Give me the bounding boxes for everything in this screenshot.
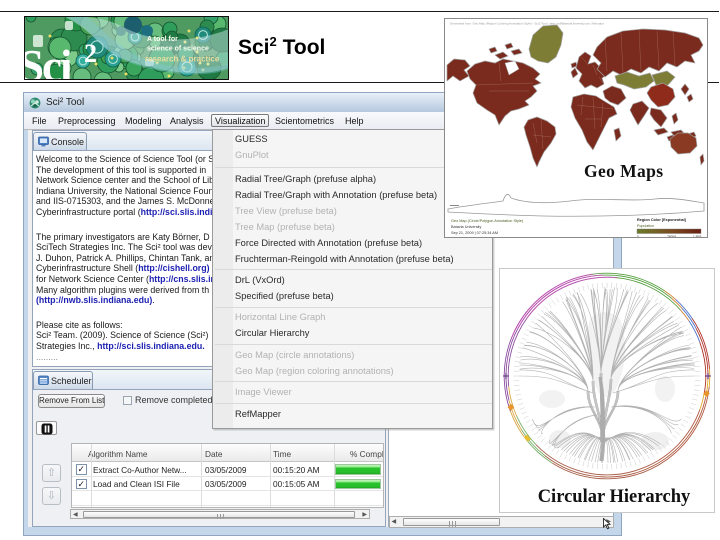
svg-text:750E6: 750E6 (667, 235, 676, 237)
svg-text:Region Color [Exponential]: Region Color [Exponential] (637, 218, 687, 222)
svg-text:Sep 21, 2009 | 07:25:34 AM: Sep 21, 2009 | 07:25:34 AM (451, 231, 498, 235)
svg-text:Batavia University: Batavia University (451, 225, 481, 229)
svg-text:Sci: Sci (25, 41, 72, 80)
svg-text:science of science: science of science (147, 46, 209, 53)
svg-text:Geo Maps: Geo Maps (584, 161, 664, 181)
svg-text:Circular Hierarchy: Circular Hierarchy (537, 487, 690, 507)
svg-text:Generated from: Geo Map (Regio: Generated from: Geo Map (Region Coloring… (450, 22, 604, 26)
svg-text:1.5E9: 1.5E9 (693, 235, 702, 237)
svg-text:0: 0 (637, 235, 639, 237)
svg-text:A tool for: A tool for (147, 36, 178, 43)
svg-text:Population: Population (637, 224, 654, 228)
svg-text:2: 2 (84, 39, 97, 68)
svg-text:Geo Map (Circle/Polygon Annota: Geo Map (Circle/Polygon Annotation Style… (451, 219, 524, 223)
svg-text:research & practice: research & practice (145, 55, 220, 64)
